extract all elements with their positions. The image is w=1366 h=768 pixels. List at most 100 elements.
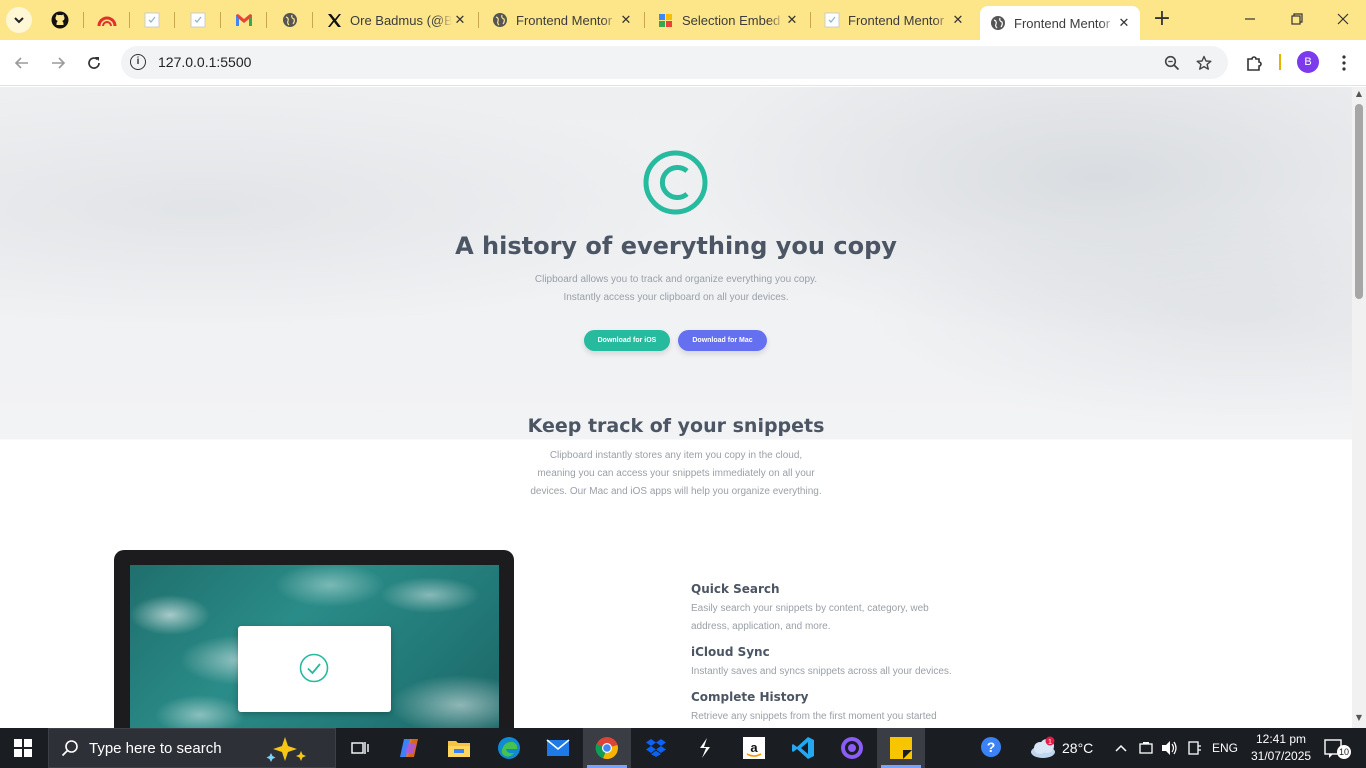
zoom-button[interactable] (1161, 52, 1183, 74)
cursor-editor-icon[interactable] (691, 734, 719, 762)
windows-taskbar: Type here to search a ? 1 28°C ENG 12:41… (0, 728, 1366, 768)
extensions-button[interactable] (1243, 52, 1265, 74)
search-placeholder: Type here to search (89, 740, 222, 757)
tab-title: Frontend Mentor (1014, 15, 1111, 31)
chrome-icon[interactable] (593, 734, 621, 762)
docs-icon (658, 12, 674, 28)
bookmark-button[interactable] (1193, 52, 1215, 74)
vscode-icon[interactable] (789, 734, 817, 762)
reload-icon (88, 57, 100, 69)
task-view-icon[interactable] (346, 734, 374, 762)
tab-close-icon[interactable]: ✕ (784, 12, 800, 28)
zoom-icon (1164, 55, 1180, 71)
page-scrollbar[interactable]: ▲ ▼ (1352, 87, 1366, 728)
snippets-title: Keep track of your snippets (527, 415, 825, 437)
battery-icon[interactable] (1136, 734, 1156, 762)
toolbar-divider (1279, 54, 1281, 70)
edge-browser-icon[interactable] (495, 734, 523, 762)
snippets-description: Clipboard instantly stores any item you … (516, 447, 836, 501)
scroll-up-arrow-icon[interactable]: ▲ (1354, 89, 1364, 98)
feature-text-complete-history: Retrieve any snippets from the first mom… (691, 708, 981, 726)
github-desktop-icon[interactable] (838, 734, 866, 762)
menu-button[interactable] (1333, 52, 1355, 74)
language-indicator[interactable]: ENG (1212, 741, 1238, 755)
pinned-tab-page-2[interactable] (186, 8, 210, 32)
tab-close-icon[interactable]: ✕ (1116, 15, 1132, 31)
taskbar-search-box[interactable]: Type here to search (48, 728, 336, 768)
pinned-tab-page-1[interactable] (140, 8, 164, 32)
snippets-line: meaning you can access your snippets imm… (537, 468, 815, 479)
minimize-button[interactable] (1235, 8, 1265, 32)
volume-icon[interactable] (1160, 734, 1180, 762)
feature-text-icloud-sync: Instantly saves and syncs snippets acros… (691, 663, 981, 681)
feature-line: Instantly saves and syncs snippets acros… (691, 666, 952, 677)
sticky-notes-icon[interactable] (887, 734, 915, 762)
copilot-sparkle-icon (266, 737, 306, 762)
profile-avatar[interactable]: B (1297, 51, 1319, 73)
scroll-thumb[interactable] (1355, 104, 1363, 299)
reload-button[interactable] (81, 50, 107, 76)
tab-separator (644, 12, 645, 28)
back-button[interactable] (9, 50, 35, 76)
page-icon (144, 12, 160, 28)
tab-x[interactable]: Ore Badmus (@Ba ✕ (316, 4, 476, 36)
forward-button[interactable] (45, 50, 71, 76)
pinned-tab-globe[interactable] (278, 8, 302, 32)
feature-title-icloud-sync: iCloud Sync (691, 645, 770, 659)
new-tab-button[interactable]: + (1150, 8, 1174, 32)
mail-icon[interactable] (544, 734, 572, 762)
tab-selection-embed[interactable]: Selection Embed ✕ (648, 4, 808, 36)
tab-frontend-mentor-1[interactable]: Frontend Mentor ✕ (482, 4, 642, 36)
pinned-tab-github[interactable] (48, 8, 72, 32)
close-icon (1337, 13, 1349, 25)
gmail-icon (236, 14, 252, 26)
checkmark-circle-icon (299, 653, 329, 683)
page-icon (190, 12, 206, 28)
display-icon[interactable] (1185, 734, 1205, 762)
restore-button[interactable] (1282, 8, 1312, 32)
file-explorer-icon[interactable] (445, 734, 473, 762)
snippets-line: Clipboard instantly stores any item you … (549, 450, 803, 461)
feature-line: Retrieve any snippets from the first mom… (691, 711, 937, 722)
help-icon[interactable]: ? (978, 734, 1006, 762)
feature-title-complete-history: Complete History (691, 690, 809, 704)
pinned-tab-speed[interactable] (95, 8, 119, 32)
tab-separator (266, 12, 267, 28)
pinned-tab-gmail[interactable] (232, 8, 256, 32)
info-icon[interactable]: i (130, 54, 146, 70)
dropbox-icon[interactable] (642, 734, 670, 762)
chevron-up-icon[interactable] (1111, 734, 1131, 762)
tab-frontend-mentor-active[interactable]: Frontend Mentor ✕ (980, 6, 1140, 40)
browser-toolbar: i 127.0.0.1:5500 B (0, 40, 1366, 86)
copilot-icon[interactable] (396, 734, 424, 762)
close-window-button[interactable] (1328, 8, 1358, 32)
temperature-text[interactable]: 28°C (1062, 740, 1093, 756)
tab-separator (478, 12, 479, 28)
tab-close-icon[interactable]: ✕ (618, 12, 634, 28)
notification-center-icon[interactable]: 10 (1321, 734, 1353, 762)
download-ios-button[interactable]: Download for iOS (584, 330, 670, 351)
confirmation-card (238, 626, 391, 712)
url-text[interactable]: 127.0.0.1:5500 (158, 54, 251, 70)
github-icon (51, 11, 69, 29)
tab-search-button[interactable] (6, 7, 32, 33)
scroll-down-arrow-icon[interactable]: ▼ (1354, 713, 1364, 722)
snippets-line: devices. Our Mac and iOS apps will help … (530, 486, 822, 497)
tab-frontend-mentor-2[interactable]: Frontend Mentor ✕ (814, 4, 974, 36)
tab-close-icon[interactable]: ✕ (950, 12, 966, 28)
hero-title: A history of everything you copy (455, 232, 897, 260)
feature-text-quick-search: Easily search your snippets by content, … (691, 600, 981, 636)
weather-cloud-icon[interactable]: 1 (1027, 734, 1061, 762)
amazon-icon[interactable]: a (740, 734, 768, 762)
tab-title: Ore Badmus (@Ba (350, 12, 452, 28)
page-viewport: A history of everything you copy Clipboa… (0, 87, 1352, 728)
system-clock[interactable]: 12:41 pm 31/07/2025 (1251, 731, 1311, 765)
download-mac-button[interactable]: Download for Mac (678, 330, 767, 351)
tab-close-icon[interactable]: ✕ (452, 12, 468, 28)
tab-separator (312, 12, 313, 28)
svg-text:a: a (750, 740, 758, 755)
ocean-wallpaper (130, 565, 499, 728)
address-bar[interactable]: i 127.0.0.1:5500 (121, 46, 1228, 79)
windows-start-icon[interactable] (14, 739, 32, 757)
clock-date: 31/07/2025 (1251, 749, 1312, 763)
